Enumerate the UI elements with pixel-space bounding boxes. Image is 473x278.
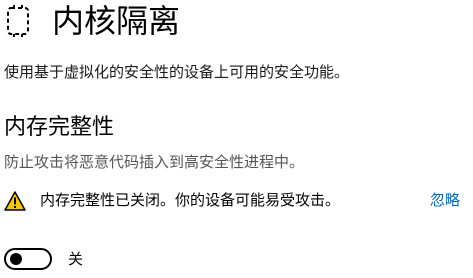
page-title: 内核隔离 [52, 2, 181, 40]
warning-triangle-icon [4, 191, 26, 211]
toggle-knob [10, 253, 22, 265]
core-isolation-chip-icon [4, 4, 32, 38]
toggle-state-label: 关 [68, 250, 84, 268]
ignore-link[interactable]: 忽略 [430, 188, 460, 212]
memory-integrity-heading: 内存完整性 [4, 115, 115, 140]
memory-integrity-warning-text: 内存完整性已关闭。你的设备可能易受攻击。 [40, 191, 341, 209]
page-description: 使用基于虚拟化的安全性的设备上可用的安全功能。 [4, 63, 350, 81]
memory-integrity-description: 防止攻击将恶意代码插入到高安全性进程中。 [4, 153, 305, 171]
memory-integrity-toggle[interactable] [4, 248, 52, 270]
